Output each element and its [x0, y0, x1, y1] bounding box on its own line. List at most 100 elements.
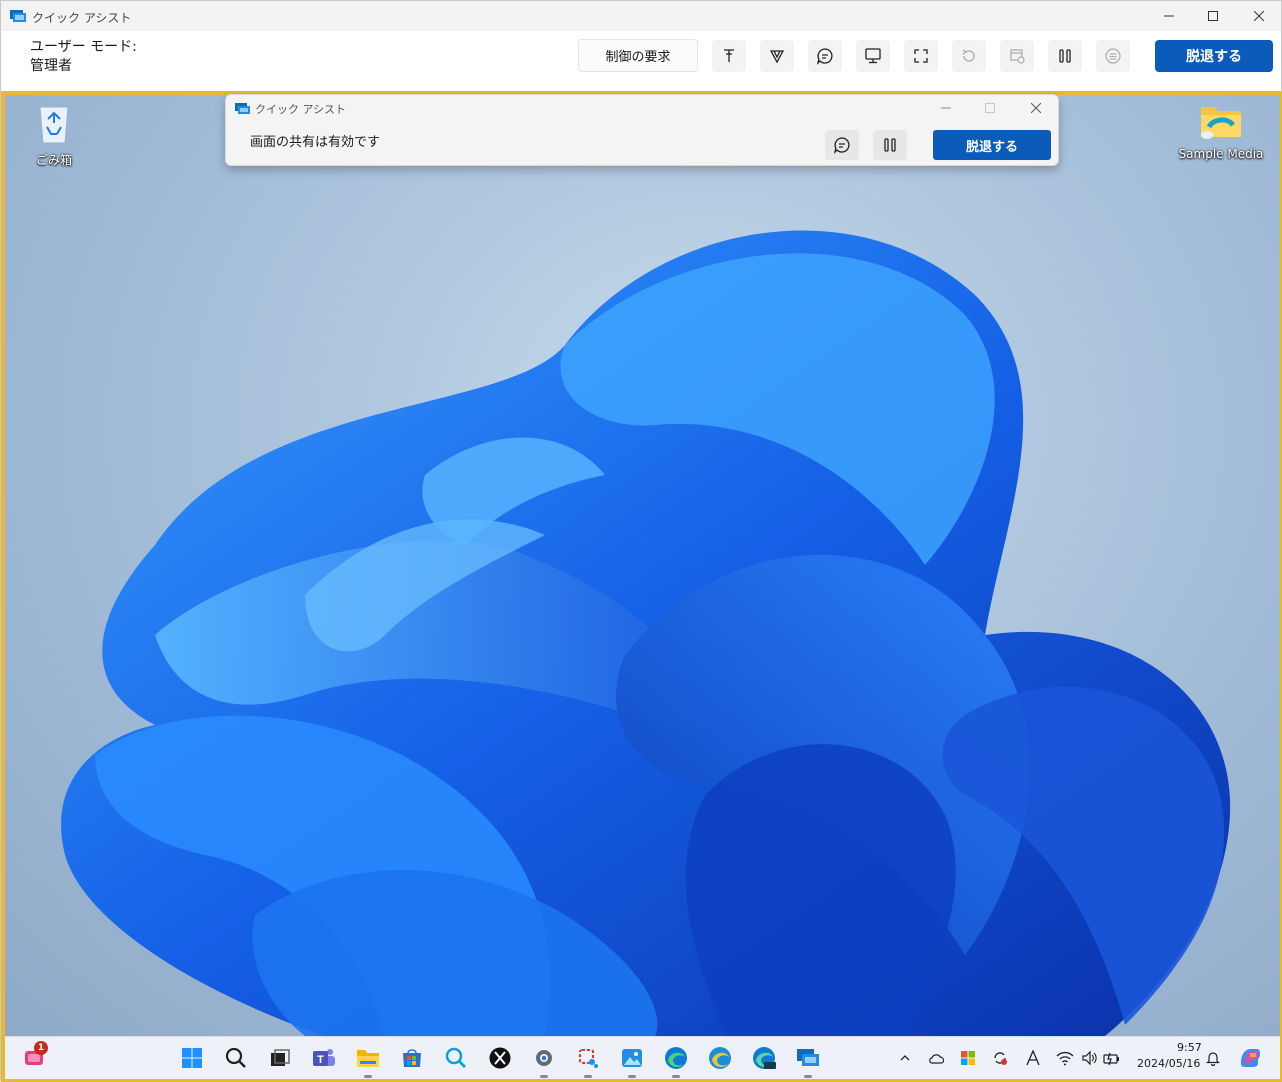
copilot-icon [1241, 1049, 1261, 1067]
monitor-icon [865, 48, 881, 64]
user-mode-value: 管理者 [30, 58, 72, 74]
remote-leave-button[interactable]: 脱退する [933, 130, 1051, 160]
select-monitor-button[interactable] [856, 40, 890, 72]
magnifier-icon [445, 1047, 466, 1068]
maximize-icon [985, 103, 995, 113]
tray-network[interactable] [1056, 1049, 1074, 1067]
tray-sync[interactable] [991, 1049, 1009, 1067]
taskbar-start[interactable] [179, 1045, 205, 1071]
edge-dev-icon [753, 1047, 776, 1069]
clock-time[interactable]: 9:57 [1177, 1041, 1202, 1054]
volume-icon [1082, 1050, 1097, 1066]
taskbar-store[interactable] [399, 1045, 425, 1071]
search-icon [225, 1047, 246, 1068]
running-indicator [540, 1075, 548, 1078]
quick-assist-app-icon [10, 10, 26, 22]
maximize-button[interactable] [1190, 1, 1236, 31]
task-manager-icon [1010, 49, 1025, 64]
running-indicator [364, 1075, 372, 1078]
toolbar: ユーザー モード: 管理者 制御の要求 脱退する [1, 31, 1281, 91]
snipping-tool-icon [579, 1049, 598, 1068]
fullscreen-button[interactable] [904, 40, 938, 72]
more-icon [1105, 48, 1121, 64]
screen-sharing-status: 画面の共有は有効です [250, 135, 381, 150]
battery-icon [1103, 1052, 1119, 1066]
taskbar-edge-dev[interactable] [751, 1045, 777, 1071]
clock-date[interactable]: 2024/05/16 [1137, 1057, 1200, 1070]
file-explorer-icon [357, 1050, 379, 1067]
running-indicator [628, 1075, 636, 1078]
tray-onedrive[interactable] [928, 1049, 946, 1067]
settings-gear-icon [536, 1050, 552, 1066]
taskbar-widgets[interactable]: 1 [21, 1041, 48, 1071]
remote-maximize-button[interactable] [967, 97, 1013, 119]
taskbar-search[interactable] [223, 1045, 249, 1071]
sample-media-label: Sample Media [1178, 147, 1264, 161]
taskbar-copilot[interactable] [1237, 1045, 1263, 1071]
annotate-button[interactable] [760, 40, 794, 72]
remote-minimize-button[interactable] [923, 97, 969, 119]
edge-icon [665, 1047, 687, 1069]
minimize-button[interactable] [1146, 1, 1192, 31]
taskbar-snipping-tool[interactable] [575, 1045, 601, 1071]
tray-notifications[interactable] [1204, 1049, 1222, 1067]
minimize-icon [1164, 15, 1174, 17]
taskbar-edge-beta[interactable] [707, 1045, 733, 1071]
taskbar-search-app[interactable] [443, 1045, 469, 1071]
taskbar-x[interactable] [487, 1045, 513, 1071]
wallpaper-bloom [61, 230, 1231, 1036]
teams-icon: T [313, 1049, 335, 1066]
remote-screen[interactable]: ごみ箱 Sample Media 1 T 9:57 2024/05/16 クイッ… [1, 91, 1282, 1082]
remote-desktop[interactable]: ごみ箱 Sample Media [5, 95, 1280, 1036]
chat-button[interactable] [808, 40, 842, 72]
x-logo-icon [489, 1047, 511, 1069]
desktop-icon-recycle-bin[interactable]: ごみ箱 [9, 101, 99, 168]
taskbar-task-view[interactable] [267, 1045, 293, 1071]
close-icon [1254, 11, 1264, 21]
more-button[interactable] [1096, 40, 1130, 72]
remote-quick-assist-bar: クイック アシスト 画面の共有は有効です 脱退する [225, 94, 1059, 166]
recycle-bin-label: ごみ箱 [35, 153, 72, 167]
taskbar-quick-assist[interactable] [795, 1045, 821, 1071]
laser-pointer-button[interactable] [712, 40, 746, 72]
quick-assist-icon [797, 1049, 819, 1066]
leave-button[interactable]: 脱退する [1155, 40, 1273, 72]
close-icon [1031, 103, 1041, 113]
tray-show-hidden[interactable] [896, 1049, 914, 1067]
quick-assist-app-icon [235, 103, 250, 114]
remote-close-button[interactable] [1013, 97, 1059, 119]
close-button[interactable] [1236, 1, 1282, 31]
task-manager-button[interactable] [1000, 40, 1034, 72]
recycle-bin-icon [39, 106, 69, 144]
task-view-icon [271, 1049, 290, 1066]
tray-volume[interactable] [1080, 1049, 1098, 1067]
desktop-icon-sample-media[interactable]: Sample Media [1176, 101, 1266, 161]
notification-badge: 1 [34, 1041, 48, 1055]
laser-pointer-icon [724, 49, 734, 62]
taskbar-teams[interactable]: T [311, 1045, 337, 1071]
restart-icon [962, 49, 975, 62]
taskbar-photos[interactable] [619, 1045, 645, 1071]
taskbar-edge[interactable] [663, 1045, 689, 1071]
svg-text:T: T [317, 1054, 324, 1066]
taskbar-settings[interactable] [531, 1045, 557, 1071]
request-control-button[interactable]: 制御の要求 [578, 39, 698, 72]
wifi-icon [1056, 1051, 1074, 1066]
edge-beta-icon [709, 1047, 731, 1069]
remote-pause-button[interactable] [873, 130, 907, 160]
tray-ime[interactable] [1024, 1049, 1042, 1067]
tray-security[interactable] [959, 1049, 977, 1067]
chat-icon [816, 48, 833, 65]
restart-button[interactable] [952, 40, 986, 72]
pause-icon [1059, 49, 1071, 63]
windows-security-icon [961, 1051, 975, 1065]
pause-button[interactable] [1048, 40, 1082, 72]
remote-chat-button[interactable] [825, 130, 859, 160]
onedrive-icon [929, 1054, 945, 1064]
windows-start-icon [182, 1048, 202, 1068]
folder-icon [1201, 107, 1241, 139]
window-title: クイック アシスト [32, 11, 132, 25]
tray-battery[interactable] [1103, 1049, 1121, 1067]
taskbar-file-explorer[interactable] [355, 1045, 381, 1071]
photos-icon [622, 1049, 642, 1067]
